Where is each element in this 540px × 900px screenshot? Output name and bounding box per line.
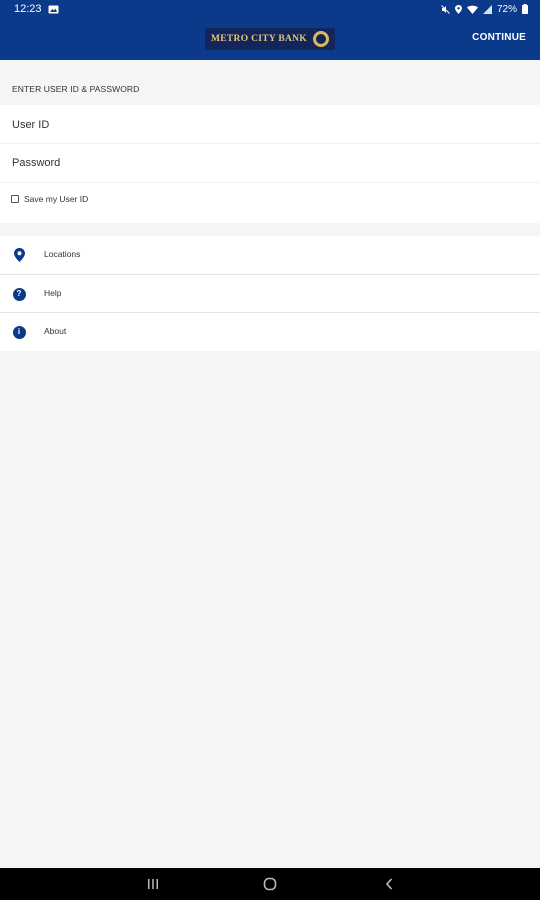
app-bar: METRO CITY BANK CONTINUE [0,18,540,60]
battery-icon [522,4,528,14]
menu-item-label: Locations [44,249,81,259]
mute-icon [441,4,450,14]
bank-logo: METRO CITY BANK [205,28,335,50]
back-icon[interactable] [379,876,399,892]
menu-item-label: Help [44,288,62,298]
location-pin-icon [12,248,26,262]
signal-icon [482,4,492,14]
status-left: 12:23 [14,3,59,15]
system-nav-bar [0,868,540,900]
location-icon [454,4,462,14]
status-time: 12:23 [14,3,42,15]
status-bar: 12:23 72% [0,0,540,18]
home-icon[interactable] [260,876,280,892]
info-icon: i [12,325,26,339]
menu-item-label: About [44,326,67,336]
login-card: Save my User ID [0,105,540,223]
menu-item-locations[interactable]: Locations [0,236,540,274]
login-heading: ENTER USER ID & PASSWORD [12,84,140,94]
wifi-icon [466,5,478,14]
save-user-id-checkbox[interactable] [11,195,19,203]
image-icon [48,5,59,14]
field-divider [0,182,540,183]
save-user-id-label: Save my User ID [24,194,89,204]
info-glyph: i [12,325,26,339]
menu-item-about[interactable]: i About [0,313,540,351]
battery-percent: 72% [496,3,517,15]
save-user-id-row[interactable]: Save my User ID [11,194,88,204]
logo-text: METRO CITY BANK [211,34,307,44]
logo-ring-icon [313,31,329,47]
help-icon: ? [12,287,26,301]
help-glyph: ? [12,287,26,301]
user-id-input[interactable] [0,106,540,144]
menu-list: Locations ? Help i About [0,236,540,351]
recents-icon[interactable] [143,876,163,892]
password-input[interactable] [0,144,540,182]
status-right: 72% [441,4,528,15]
continue-button[interactable]: CONTINUE [472,32,526,43]
menu-item-help[interactable]: ? Help [0,275,540,313]
